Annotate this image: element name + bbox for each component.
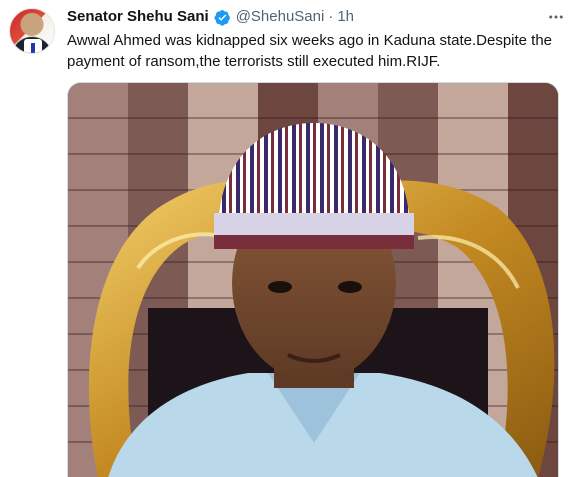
tweet-header: Senator Shehu Sani @ShehuSani · 1h [67, 7, 354, 27]
handle[interactable]: @ShehuSani [236, 7, 325, 27]
avatar-tie [31, 43, 35, 53]
more-horizontal-icon[interactable] [545, 6, 567, 28]
separator-dot: · [328, 8, 334, 25]
avatar[interactable] [9, 8, 55, 54]
verified-badge-icon [214, 9, 230, 26]
timestamp[interactable]: 1h [337, 7, 354, 27]
display-name[interactable]: Senator Shehu Sani [67, 7, 209, 27]
tweet-text: Awwal Ahmed was kidnapped six weeks ago … [67, 32, 553, 70]
tweet[interactable]: Senator Shehu Sani @ShehuSani · 1h Awwal… [0, 0, 571, 477]
more-horizontal-glyph [549, 15, 563, 19]
photo-person [108, 123, 538, 477]
tweet-photo[interactable] [67, 82, 559, 477]
